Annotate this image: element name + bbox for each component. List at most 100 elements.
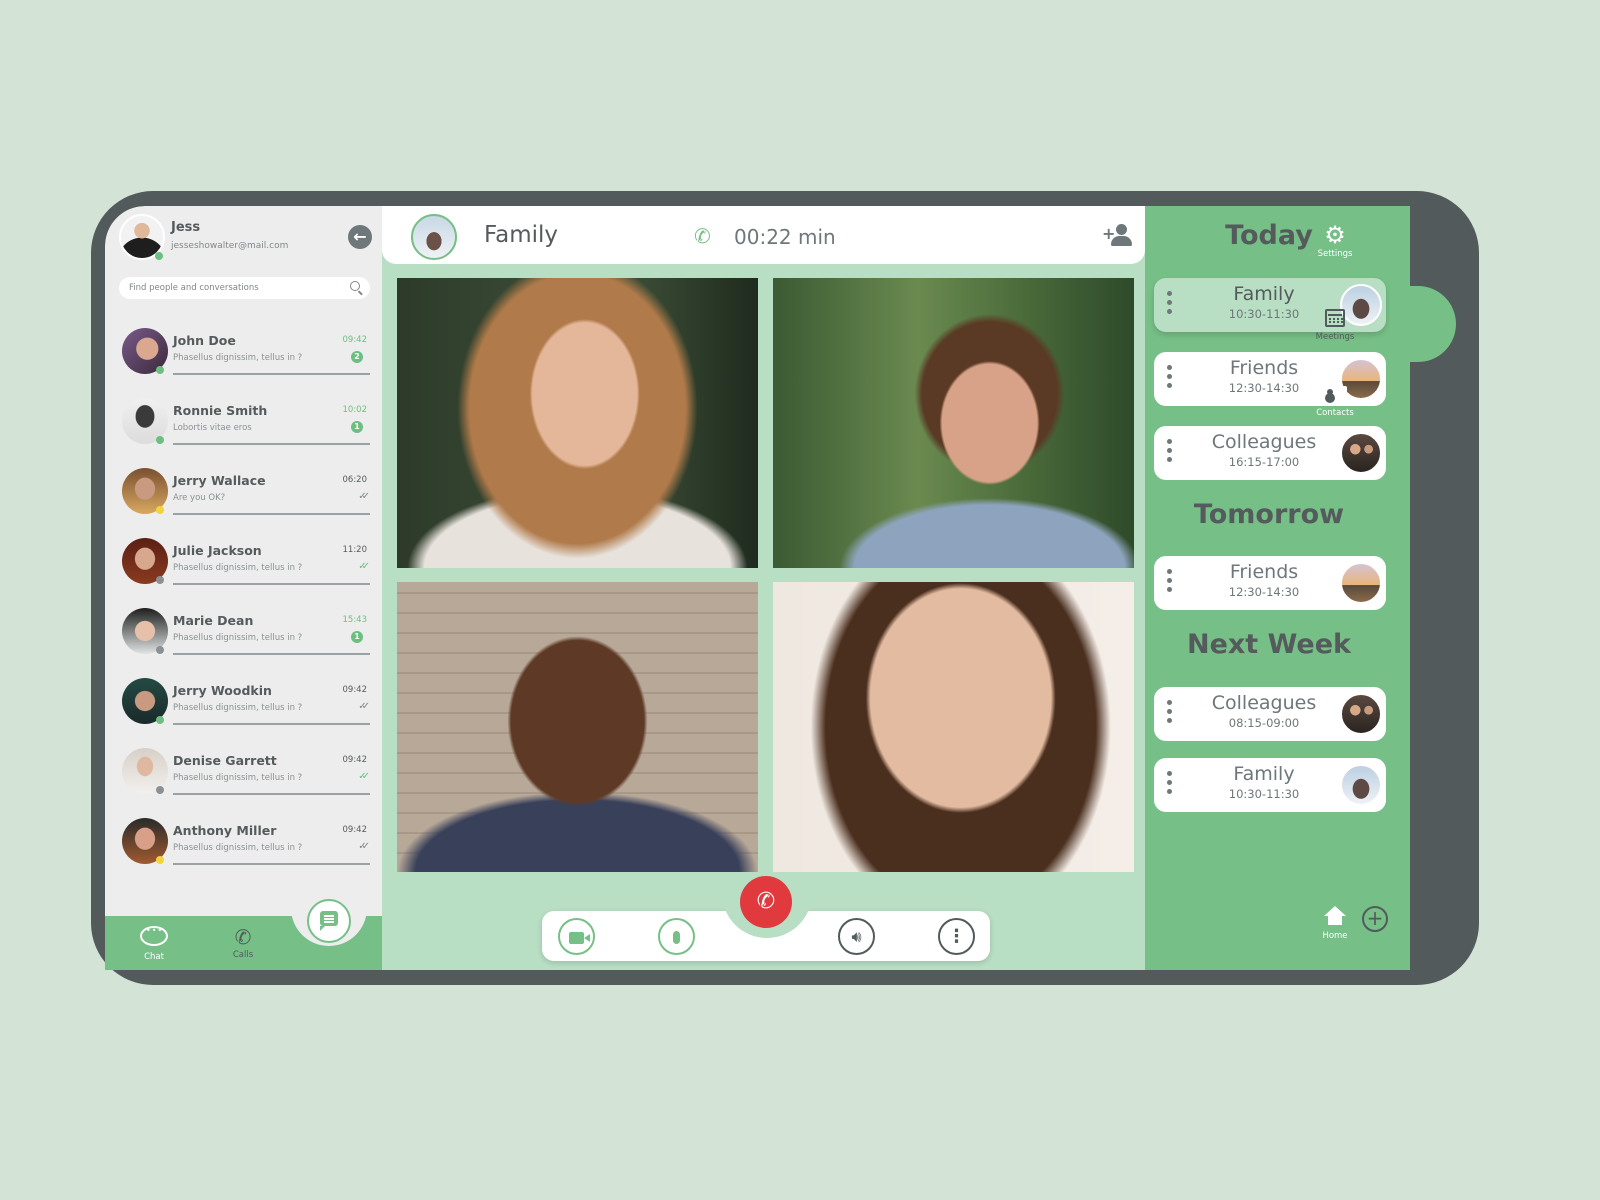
rail-settings-label: Settings <box>1317 249 1353 259</box>
message-time: 09:42 <box>342 685 368 695</box>
last-message: Are you OK? <box>173 493 226 503</box>
more-vertical-icon: ⋮ <box>947 926 966 947</box>
meeting-name: Colleagues <box>1211 431 1317 453</box>
schedule-section-title: Next Week <box>1186 629 1352 660</box>
speaker-button[interactable]: 🔊︎ <box>838 918 875 955</box>
meetings-schedule: + Today Family 10:30-11:30 Friends 12:30… <box>1145 206 1410 970</box>
call-area: Family ✆ 00:22 min + ✆ 🔊︎ ⋮ <box>382 206 1145 970</box>
more-vertical-icon[interactable] <box>1167 291 1172 318</box>
nav-chat[interactable]: Chat <box>124 926 184 962</box>
conversation-item[interactable]: Anthony Miller Phasellus dignissim, tell… <box>122 814 370 884</box>
video-tile-participant-2[interactable] <box>773 278 1134 568</box>
phone-icon: ✆ <box>234 925 252 949</box>
rail-home-label: Home <box>1322 931 1348 941</box>
video-tile-participant-4[interactable] <box>773 582 1134 872</box>
call-header: Family ✆ 00:22 min + <box>382 206 1145 264</box>
message-time: 10:02 <box>342 405 368 415</box>
back-button[interactable]: ← <box>348 225 372 249</box>
conversation-item[interactable]: Denise Garrett Phasellus dignissim, tell… <box>122 744 370 814</box>
conversation-item[interactable]: John Doe Phasellus dignissim, tellus in … <box>122 324 370 394</box>
contact-name: Jerry Wallace <box>173 473 266 488</box>
microphone-icon <box>673 931 680 944</box>
video-tile-participant-1[interactable] <box>397 278 758 568</box>
meeting-card[interactable]: Colleagues 08:15-09:00 <box>1154 687 1386 741</box>
meeting-avatar <box>1340 562 1382 604</box>
last-message: Phasellus dignissim, tellus in ? <box>173 353 303 363</box>
user-profile: Jess jesseshowalter@mail.com ← <box>119 214 379 264</box>
message-time: 09:42 <box>342 755 368 765</box>
toggle-video-button[interactable] <box>558 918 595 955</box>
search-icon[interactable] <box>350 281 360 291</box>
double-check-icon: ✓✓ <box>358 771 370 782</box>
home-icon <box>1324 906 1346 926</box>
rail-contacts-label: Contacts <box>1316 408 1354 418</box>
video-tile-participant-3[interactable] <box>397 582 758 872</box>
status-dot <box>156 436 164 444</box>
divider <box>173 373 370 375</box>
conversation-item[interactable]: Marie Dean Phasellus dignissim, tellus i… <box>122 604 370 674</box>
double-check-icon: ✓✓ <box>358 701 370 712</box>
more-options-button[interactable]: ⋮ <box>938 918 975 955</box>
unread-badge: 2 <box>351 351 363 363</box>
contact-name: Ronnie Smith <box>173 403 268 418</box>
conversation-item[interactable]: Ronnie Smith Lobortis vitae eros 10:02 1 <box>122 394 370 464</box>
message-time: 09:42 <box>342 825 368 835</box>
divider <box>173 723 370 725</box>
user-name: Jess <box>171 220 201 235</box>
status-dot <box>156 856 164 864</box>
divider <box>173 863 370 865</box>
add-participant-button[interactable]: + <box>1102 224 1134 248</box>
meeting-card[interactable]: Colleagues 16:15-17:00 <box>1154 426 1386 480</box>
speaker-icon: 🔊︎ <box>851 927 862 946</box>
divider <box>173 443 370 445</box>
double-check-icon: ✓✓ <box>358 561 370 572</box>
unread-badge: 1 <box>351 631 363 643</box>
rail-meetings[interactable]: Meetings <box>1305 309 1365 342</box>
conversation-item[interactable]: Jerry Woodkin Phasellus dignissim, tellu… <box>122 674 370 744</box>
meeting-card[interactable]: Friends 12:30-14:30 <box>1154 556 1386 610</box>
meeting-avatar <box>1340 764 1382 806</box>
conversation-item[interactable]: Jerry Wallace Are you OK? 06:20 ✓✓ <box>122 464 370 534</box>
contact-name: Denise Garrett <box>173 753 277 768</box>
message-time: 15:43 <box>342 615 368 625</box>
arrow-left-icon: ← <box>353 227 367 246</box>
end-call-button[interactable]: ✆ <box>740 876 792 928</box>
chat-sidebar: Jess jesseshowalter@mail.com ← John Doe … <box>105 206 382 970</box>
meeting-time: 10:30-11:30 <box>1228 787 1300 801</box>
last-message: Phasellus dignissim, tellus in ? <box>173 633 303 643</box>
status-dot <box>156 646 164 654</box>
meeting-avatar <box>1340 432 1382 474</box>
calendar-icon <box>1325 309 1345 327</box>
contact-name: Marie Dean <box>173 613 254 628</box>
user-email: jesseshowalter@mail.com <box>171 241 289 251</box>
rail-meetings-label: Meetings <box>1315 332 1355 342</box>
call-group-name: Family <box>484 222 559 248</box>
more-vertical-icon[interactable] <box>1167 439 1172 466</box>
last-message: Phasellus dignissim, tellus in ? <box>173 843 303 853</box>
meeting-name: Friends <box>1229 357 1299 379</box>
divider <box>173 583 370 585</box>
rail-contacts[interactable]: Contacts <box>1305 386 1365 418</box>
double-check-icon: ✓✓ <box>358 841 370 852</box>
meeting-card[interactable]: Family 10:30-11:30 <box>1154 758 1386 812</box>
toggle-mic-button[interactable] <box>658 918 695 955</box>
new-message-button[interactable] <box>307 899 351 943</box>
contact-card-icon <box>1323 386 1347 403</box>
search-input[interactable] <box>129 280 339 296</box>
more-vertical-icon[interactable] <box>1167 365 1172 392</box>
rail-home[interactable]: Home <box>1305 906 1365 941</box>
conversation-item[interactable]: Julie Jackson Phasellus dignissim, tellu… <box>122 534 370 604</box>
group-avatar[interactable] <box>411 214 457 260</box>
last-message: Phasellus dignissim, tellus in ? <box>173 563 303 573</box>
more-vertical-icon[interactable] <box>1167 569 1172 596</box>
status-dot <box>156 506 164 514</box>
nav-calls[interactable]: ✆ Calls <box>213 926 273 960</box>
add-meeting-button[interactable]: + <box>1362 906 1388 932</box>
more-vertical-icon[interactable] <box>1167 700 1172 727</box>
rail-settings[interactable]: ⚙ Settings <box>1305 222 1365 259</box>
more-vertical-icon[interactable] <box>1167 771 1172 798</box>
gear-icon: ⚙ <box>1324 221 1346 249</box>
message-icon <box>320 911 338 931</box>
status-dot <box>156 716 164 724</box>
meeting-avatar <box>1340 693 1382 735</box>
